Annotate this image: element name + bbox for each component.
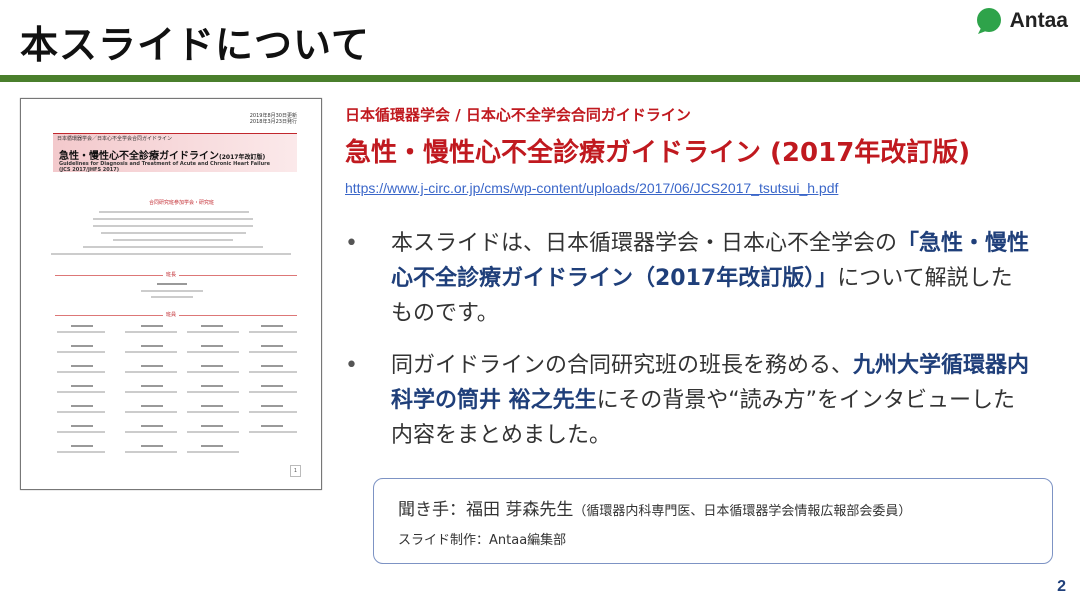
title-divider bbox=[0, 75, 1080, 82]
brand-name: Antaa bbox=[1009, 9, 1068, 32]
document-title-suffix: (2017年改訂版) bbox=[219, 154, 266, 161]
slide-title: 本スライドについて bbox=[20, 23, 370, 67]
guideline-document-thumbnail: 2019年8月30日更新 2018年3月23日発行 日本循環器学会／日本心不全学… bbox=[20, 98, 322, 490]
document-english-title: Guidelines for Diagnosis and Treatment o… bbox=[59, 161, 270, 173]
document-text-line bbox=[141, 290, 203, 292]
slide-credit: スライド制作：Antaa編集部 bbox=[398, 533, 567, 548]
document-text-line bbox=[151, 296, 193, 298]
bullet-text-part: 同ガイドラインの合同研究班の班長を務める、 bbox=[391, 353, 854, 378]
bullet-text-part: 本スライドは、日本循環器学会・日本心不全学会の bbox=[391, 231, 898, 256]
document-text-line bbox=[113, 239, 233, 241]
document-text-line bbox=[93, 218, 253, 220]
document-society: 日本循環器学会／日本心不全学会合同ガイドライン bbox=[57, 136, 173, 142]
document-text-line bbox=[51, 253, 291, 255]
interviewer-role: （循環器内科専門医、日本循環器学会情報広報部会委員） bbox=[573, 504, 912, 519]
guideline-pdf-link[interactable]: https://www.j-circ.or.jp/cms/wp-content/… bbox=[345, 180, 838, 196]
document-page-number: 1 bbox=[289, 465, 301, 477]
guideline-title: 急性・慢性心不全診療ガイドライン (2017年改訂版) bbox=[345, 138, 971, 168]
document-section-label: 班員 bbox=[163, 311, 180, 318]
antaa-logo: Antaa bbox=[974, 6, 1068, 36]
document-date-issued: 2018年3月23日発行 bbox=[249, 119, 297, 125]
document-text-line bbox=[157, 283, 187, 285]
document-text-line bbox=[99, 211, 249, 213]
document-title: 急性・慢性心不全診療ガイドライン(2017年改訂版) bbox=[59, 147, 265, 162]
document-english-title-line: (JCS 2017/JHFS 2017) bbox=[59, 167, 119, 173]
bullet-text: 同ガイドラインの合同研究班の班長を務める、九州大学循環器内科学の筒井 裕之先生に… bbox=[391, 348, 1031, 453]
bullet-icon: • bbox=[345, 353, 358, 378]
document-section-label: 班長 bbox=[163, 271, 180, 278]
document-text-line bbox=[101, 232, 246, 234]
interviewer: 聞き手：福田 芽森先生（循環器内科専門医、日本循環器学会情報広報部会委員） bbox=[398, 495, 911, 520]
antaa-logo-icon bbox=[976, 8, 1001, 34]
document-text-line bbox=[93, 225, 253, 227]
interviewer-name: 聞き手：福田 芽森先生 bbox=[398, 500, 574, 520]
bullet-icon: • bbox=[345, 231, 358, 256]
document-text-line bbox=[83, 246, 263, 248]
guideline-subtitle: 日本循環器学会 / 日本心不全学会合同ガイドライン bbox=[345, 106, 691, 124]
page-number: 2 bbox=[1057, 578, 1066, 595]
bullet-text: 本スライドは、日本循環器学会・日本心不全学会の「急性・慢性心不全診療ガイドライン… bbox=[391, 226, 1031, 331]
interviewer-box: 聞き手：福田 芽森先生（循環器内科専門医、日本循環器学会情報広報部会委員） スラ… bbox=[373, 478, 1053, 564]
document-section-label: 合同研究班参加学会・研究班 bbox=[149, 200, 215, 206]
document-dates: 2019年8月30日更新 2018年3月23日発行 bbox=[250, 113, 297, 125]
